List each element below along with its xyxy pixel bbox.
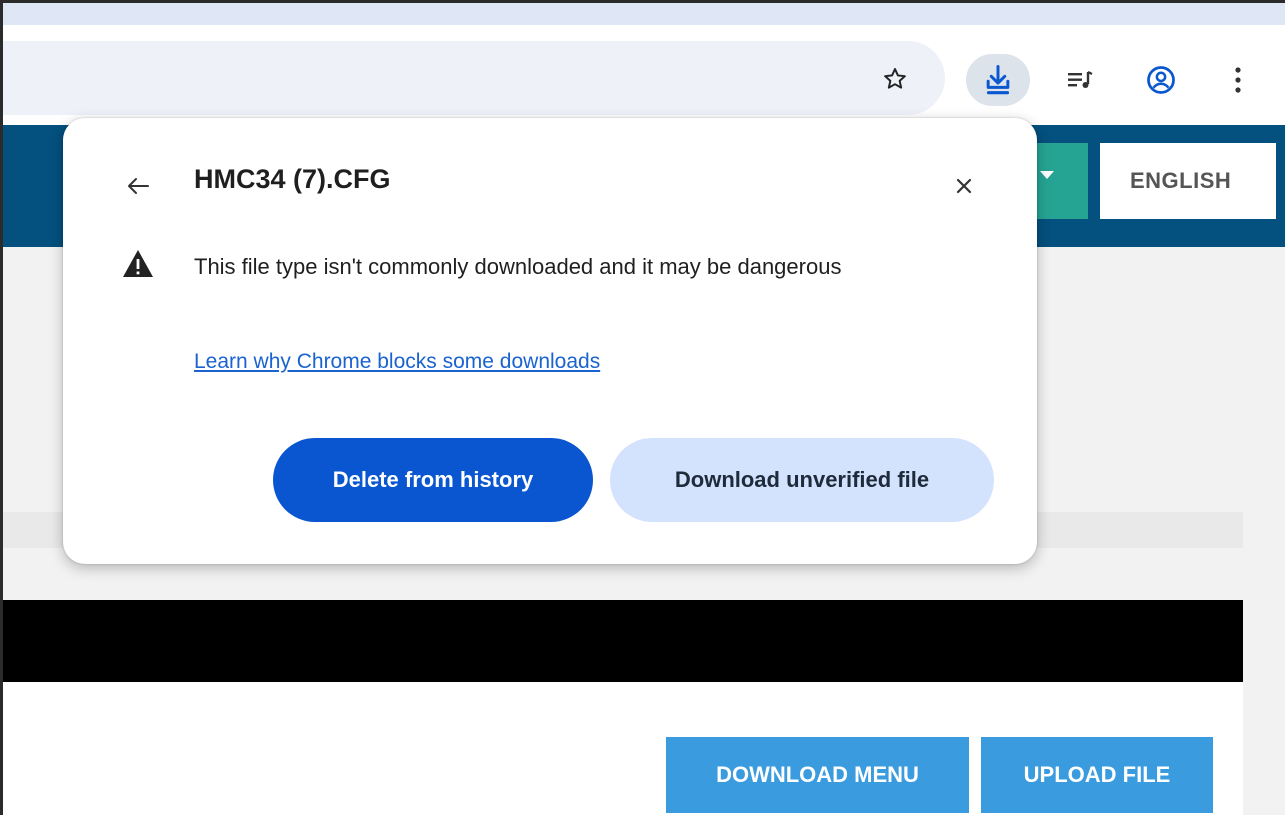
star-icon[interactable]	[873, 57, 917, 101]
learn-more-link[interactable]: Learn why Chrome blocks some downloads	[194, 350, 600, 374]
chevron-down-icon	[1040, 171, 1054, 179]
menu-icon[interactable]	[1218, 58, 1258, 102]
black-banner	[3, 600, 1243, 682]
download-icon	[986, 64, 1010, 95]
address-bar[interactable]	[3, 41, 945, 115]
download-button[interactable]	[966, 54, 1030, 106]
tab-strip	[3, 3, 1285, 25]
download-unverified-button[interactable]: Download unverified file	[610, 438, 994, 522]
popup-filename: HMC34 (7).CFG	[194, 164, 391, 194]
upload-file-button[interactable]: UPLOAD FILE	[981, 737, 1213, 813]
back-arrow-icon[interactable]	[118, 166, 158, 206]
warning-message: This file type isn't commonly downloaded…	[194, 254, 842, 279]
download-menu-button[interactable]: DOWNLOAD MENU	[666, 737, 969, 813]
language-button[interactable]: ENGLISH	[1100, 143, 1276, 219]
close-icon[interactable]	[944, 166, 984, 206]
tab-search-icon[interactable]	[1058, 58, 1102, 102]
warning-icon	[123, 250, 153, 277]
delete-from-history-button[interactable]: Delete from history	[273, 438, 593, 522]
profile-icon[interactable]	[1139, 58, 1183, 102]
